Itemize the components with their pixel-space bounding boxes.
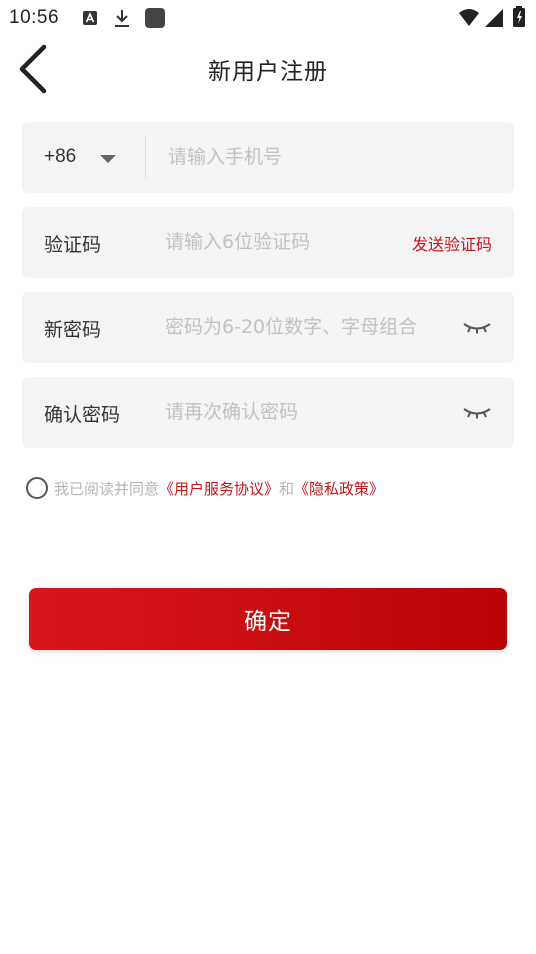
user-agreement-link[interactable]: 《用户服务协议》 bbox=[159, 478, 279, 499]
new-password-label: 新密码 bbox=[44, 319, 102, 341]
a-icon bbox=[83, 11, 97, 25]
caret-down-icon bbox=[100, 155, 116, 163]
cellular-signal-icon bbox=[485, 9, 503, 27]
status-time: 10:56 bbox=[9, 7, 60, 28]
confirm-password-label: 确认密码 bbox=[44, 404, 121, 426]
app-square-icon bbox=[145, 8, 165, 28]
new-password-input[interactable] bbox=[165, 310, 455, 344]
wifi-icon bbox=[459, 9, 479, 26]
password-visibility-toggle[interactable] bbox=[462, 316, 492, 338]
confirm-password-visibility-toggle[interactable] bbox=[462, 401, 492, 423]
agreement-prefix: 我已阅读并同意 bbox=[54, 479, 160, 498]
privacy-policy-link[interactable]: 《隐私政策》 bbox=[294, 478, 384, 499]
confirm-password-input[interactable] bbox=[165, 395, 395, 429]
eye-closed-icon bbox=[463, 323, 491, 334]
download-icon bbox=[115, 10, 129, 27]
agreement-checkbox[interactable] bbox=[26, 477, 48, 499]
divider bbox=[145, 136, 146, 179]
country-code-value: +86 bbox=[44, 146, 77, 167]
verification-code-label: 验证码 bbox=[44, 234, 102, 256]
verification-code-field: 验证码 发送验证码 bbox=[22, 207, 514, 278]
country-code-select[interactable]: +86 bbox=[22, 122, 146, 193]
eye-closed-icon bbox=[463, 408, 491, 419]
battery-charging-icon bbox=[513, 6, 525, 27]
confirm-button[interactable]: 确定 bbox=[29, 588, 507, 650]
agreement-conjunction: 和 bbox=[279, 479, 295, 498]
nav-header: 新用户注册 bbox=[0, 36, 536, 100]
page-title: 新用户注册 bbox=[208, 59, 328, 85]
verification-code-input[interactable] bbox=[165, 225, 395, 259]
new-password-field: 新密码 bbox=[22, 292, 514, 363]
phone-field: +86 bbox=[22, 122, 514, 193]
agreement-row: 我已阅读并同意 《用户服务协议》 和 《隐私政策》 bbox=[26, 476, 384, 500]
confirm-password-field: 确认密码 bbox=[22, 377, 514, 448]
phone-input[interactable] bbox=[168, 140, 398, 174]
status-bar: 10:56 bbox=[0, 0, 536, 36]
send-code-button[interactable]: 发送验证码 bbox=[412, 231, 492, 255]
